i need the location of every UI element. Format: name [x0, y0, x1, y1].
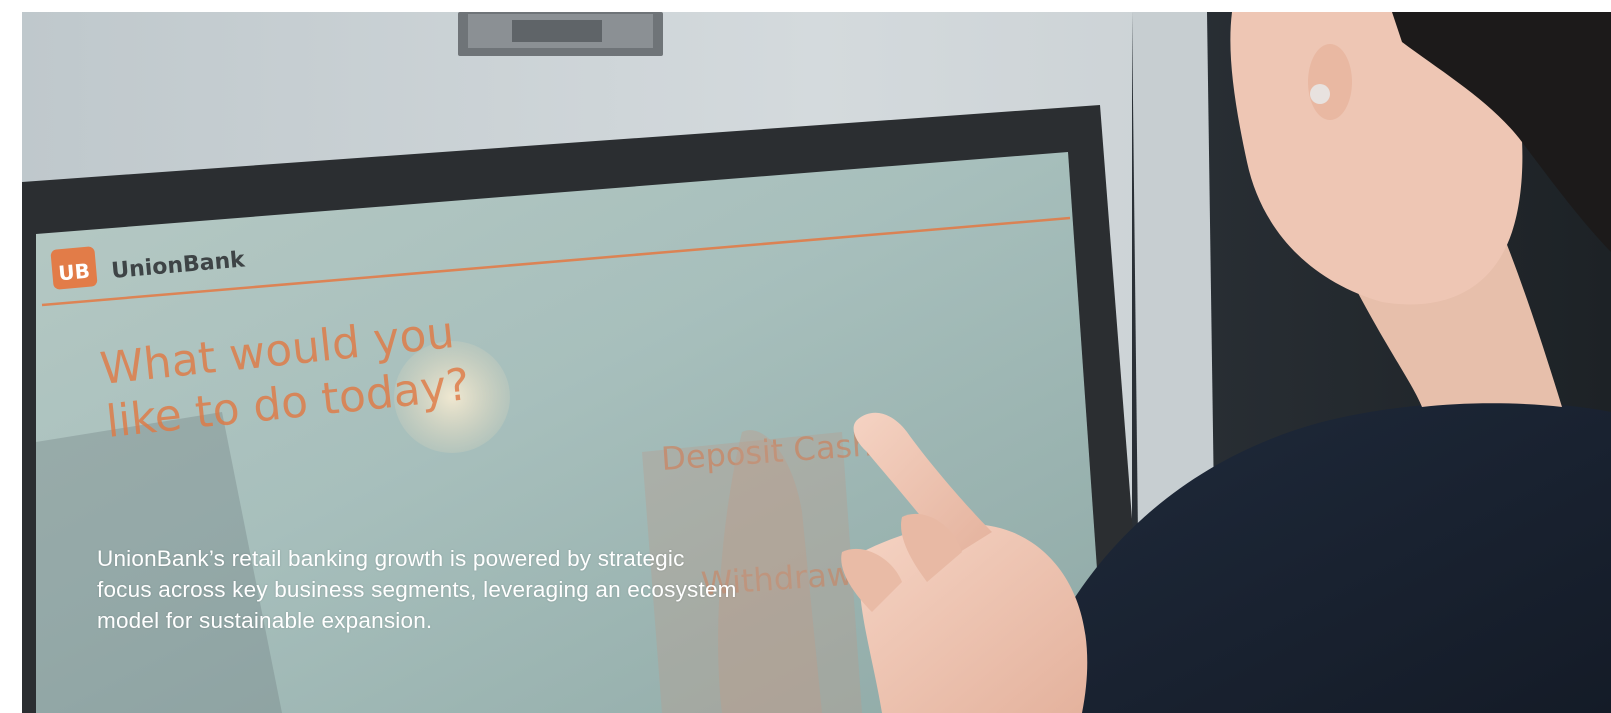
- caption-line-1: UnionBank’s retail banking growth is pow…: [97, 546, 685, 571]
- photo-caption: UnionBank’s retail banking growth is pow…: [97, 543, 837, 636]
- screen-logo-mark: UB: [57, 259, 90, 286]
- caption-line-2: focus across key business segments, leve…: [97, 577, 737, 602]
- page: UB UnionBank What would you like to do t…: [0, 0, 1611, 713]
- caption-line-3: model for sustainable expansion.: [97, 608, 433, 633]
